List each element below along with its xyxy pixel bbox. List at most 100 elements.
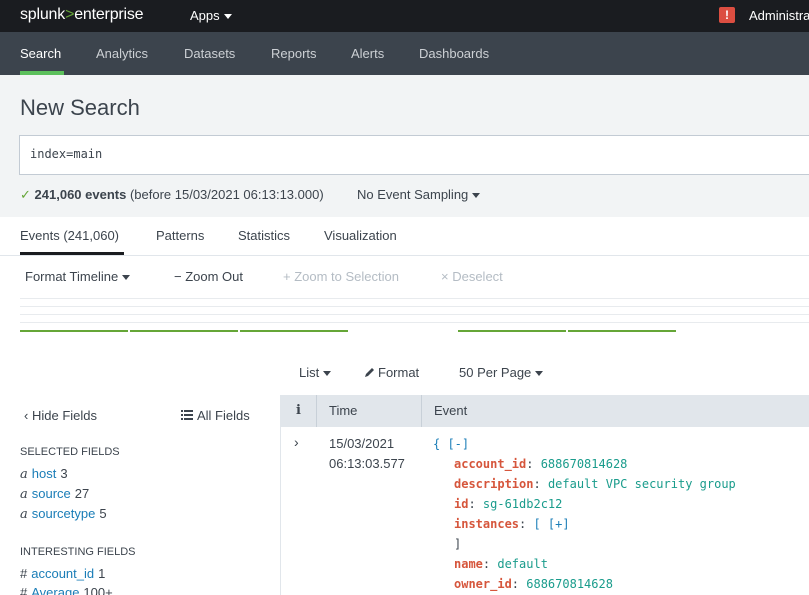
list-icon bbox=[181, 410, 193, 420]
timeline-gridline bbox=[20, 322, 809, 323]
event-value[interactable]: 688670814628 bbox=[526, 577, 613, 591]
expand-row-chevron-icon[interactable]: › bbox=[294, 434, 299, 450]
time-column-header[interactable]: Time bbox=[329, 403, 357, 418]
field-item-host[interactable]: a host 3 bbox=[20, 466, 68, 482]
event-value[interactable]: default bbox=[497, 557, 548, 571]
nav-item-search[interactable]: Search bbox=[20, 46, 61, 61]
zoom-to-selection-button[interactable]: + Zoom to Selection bbox=[283, 269, 399, 284]
format-timeline-label: Format Timeline bbox=[25, 269, 119, 284]
timeline-bar[interactable] bbox=[568, 330, 676, 332]
timeline-gridline bbox=[20, 298, 809, 299]
apps-menu[interactable]: Apps bbox=[190, 8, 232, 23]
caret-down-icon bbox=[323, 371, 332, 377]
nav-item-alerts[interactable]: Alerts bbox=[351, 46, 384, 61]
hide-fields-button[interactable]: ‹ Hide Fields bbox=[24, 408, 97, 423]
event-body: { [-] account_id: 688670814628 descripti… bbox=[433, 434, 736, 594]
tab-events[interactable]: Events (241,060) bbox=[20, 228, 119, 243]
caret-down-icon bbox=[472, 193, 481, 199]
timeline-bar[interactable] bbox=[458, 330, 566, 332]
selected-fields-heading: SELECTED FIELDS bbox=[20, 446, 120, 458]
chevron-left-icon: ‹ bbox=[24, 408, 29, 423]
field-type-icon: a bbox=[20, 507, 28, 522]
timeline-gridline bbox=[20, 314, 809, 315]
field-count: 3 bbox=[60, 466, 68, 481]
event-key[interactable]: instances bbox=[454, 517, 519, 531]
nav-item-reports[interactable]: Reports bbox=[271, 46, 317, 61]
tab-visualization[interactable]: Visualization bbox=[324, 228, 397, 243]
event-key[interactable]: description bbox=[454, 477, 533, 491]
check-icon: ✓ bbox=[20, 187, 31, 202]
field-type-icon: # bbox=[20, 585, 28, 595]
timeline-gridline bbox=[20, 306, 809, 307]
timeline-bar[interactable] bbox=[130, 330, 238, 332]
field-type-icon: a bbox=[20, 487, 28, 502]
field-type-icon: a bbox=[20, 467, 28, 482]
format-timeline-dropdown[interactable]: Format Timeline bbox=[25, 269, 131, 284]
alert-icon[interactable]: ! bbox=[719, 7, 735, 23]
user-menu[interactable]: Administra bbox=[749, 8, 809, 23]
info-column-header: i bbox=[296, 403, 301, 418]
field-count: 1 bbox=[98, 566, 106, 581]
all-fields-button[interactable]: All Fields bbox=[181, 408, 250, 423]
top-bar: splunk>enterprise Apps ! Administra bbox=[0, 0, 809, 32]
event-timestamp: 06:13:03.577 bbox=[329, 456, 405, 471]
nav-item-datasets[interactable]: Datasets bbox=[184, 46, 235, 61]
event-value[interactable]: 688670814628 bbox=[541, 457, 628, 471]
field-item-sourcetype[interactable]: a sourcetype 5 bbox=[20, 506, 107, 522]
app-nav-bar: Search Analytics Datasets Reports Alerts… bbox=[0, 32, 809, 75]
list-label: List bbox=[299, 365, 320, 380]
event-field-line: ] bbox=[433, 534, 736, 554]
tab-patterns[interactable]: Patterns bbox=[156, 228, 204, 243]
event-value[interactable]: default VPC security group bbox=[548, 477, 736, 491]
event-key[interactable]: id bbox=[454, 497, 468, 511]
field-item-account-id[interactable]: # account_id 1 bbox=[20, 566, 105, 581]
timeline-bar[interactable] bbox=[20, 330, 128, 332]
search-query-text: index=main bbox=[30, 147, 103, 161]
column-divider bbox=[421, 395, 422, 427]
field-count: 27 bbox=[74, 486, 90, 501]
event-time[interactable]: 15/03/2021 06:13:03.577 bbox=[329, 434, 405, 474]
event-field-line: name: default bbox=[454, 557, 548, 571]
field-item-source[interactable]: a source 27 bbox=[20, 486, 89, 502]
sampling-label: No Event Sampling bbox=[357, 187, 469, 202]
list-view-dropdown[interactable]: List bbox=[299, 365, 332, 380]
zoom-out-button[interactable]: − Zoom Out bbox=[174, 269, 243, 284]
event-key[interactable]: name bbox=[454, 557, 483, 571]
caret-down-icon bbox=[122, 275, 131, 281]
deselect-button[interactable]: × Deselect bbox=[441, 269, 503, 284]
event-value[interactable]: sg-61db2c12 bbox=[483, 497, 562, 511]
field-count: 5 bbox=[99, 506, 107, 521]
format-label: Format bbox=[378, 365, 420, 380]
tab-statistics[interactable]: Statistics bbox=[238, 228, 290, 243]
logo-brand: splunk bbox=[20, 6, 66, 23]
event-key[interactable]: account_id bbox=[454, 457, 526, 471]
nav-item-analytics[interactable]: Analytics bbox=[96, 46, 148, 61]
all-fields-label: All Fields bbox=[197, 408, 250, 423]
timeline-bar[interactable] bbox=[240, 330, 348, 332]
splunk-logo[interactable]: splunk>enterprise bbox=[20, 6, 144, 24]
event-key[interactable]: owner_id bbox=[454, 577, 512, 591]
logo-gt: > bbox=[65, 6, 75, 23]
interesting-fields-heading: INTERESTING FIELDS bbox=[20, 546, 136, 558]
event-field-line: owner_id: 688670814628 bbox=[454, 577, 613, 591]
per-page-label: 50 Per Page bbox=[459, 365, 532, 380]
field-item-average[interactable]: # Average 100+ bbox=[20, 585, 113, 595]
event-sampling-dropdown[interactable]: No Event Sampling bbox=[357, 187, 481, 202]
event-field-line: account_id: 688670814628 bbox=[454, 457, 628, 471]
search-header: New Search index=main ✓ 241,060 events (… bbox=[0, 75, 809, 217]
expand-array-toggle[interactable]: [ [+] bbox=[533, 517, 569, 531]
event-field-line: description: default VPC security group bbox=[454, 477, 736, 491]
per-page-dropdown[interactable]: 50 Per Page bbox=[459, 365, 544, 380]
field-count: 100+ bbox=[83, 585, 113, 595]
results-table-header: i Time Event bbox=[281, 395, 809, 427]
event-count: 241,060 events bbox=[34, 187, 127, 202]
event-field-line: instances: [ [+] bbox=[454, 517, 570, 531]
format-button[interactable]: Format bbox=[364, 365, 419, 380]
collapse-json-toggle[interactable]: { [-] bbox=[433, 437, 469, 451]
event-field-line: id: sg-61db2c12 bbox=[454, 497, 563, 511]
search-input[interactable]: index=main bbox=[19, 135, 809, 175]
column-divider bbox=[316, 395, 317, 427]
nav-item-dashboards[interactable]: Dashboards bbox=[419, 46, 489, 61]
event-timeline[interactable] bbox=[20, 296, 809, 336]
apps-label: Apps bbox=[190, 8, 220, 23]
